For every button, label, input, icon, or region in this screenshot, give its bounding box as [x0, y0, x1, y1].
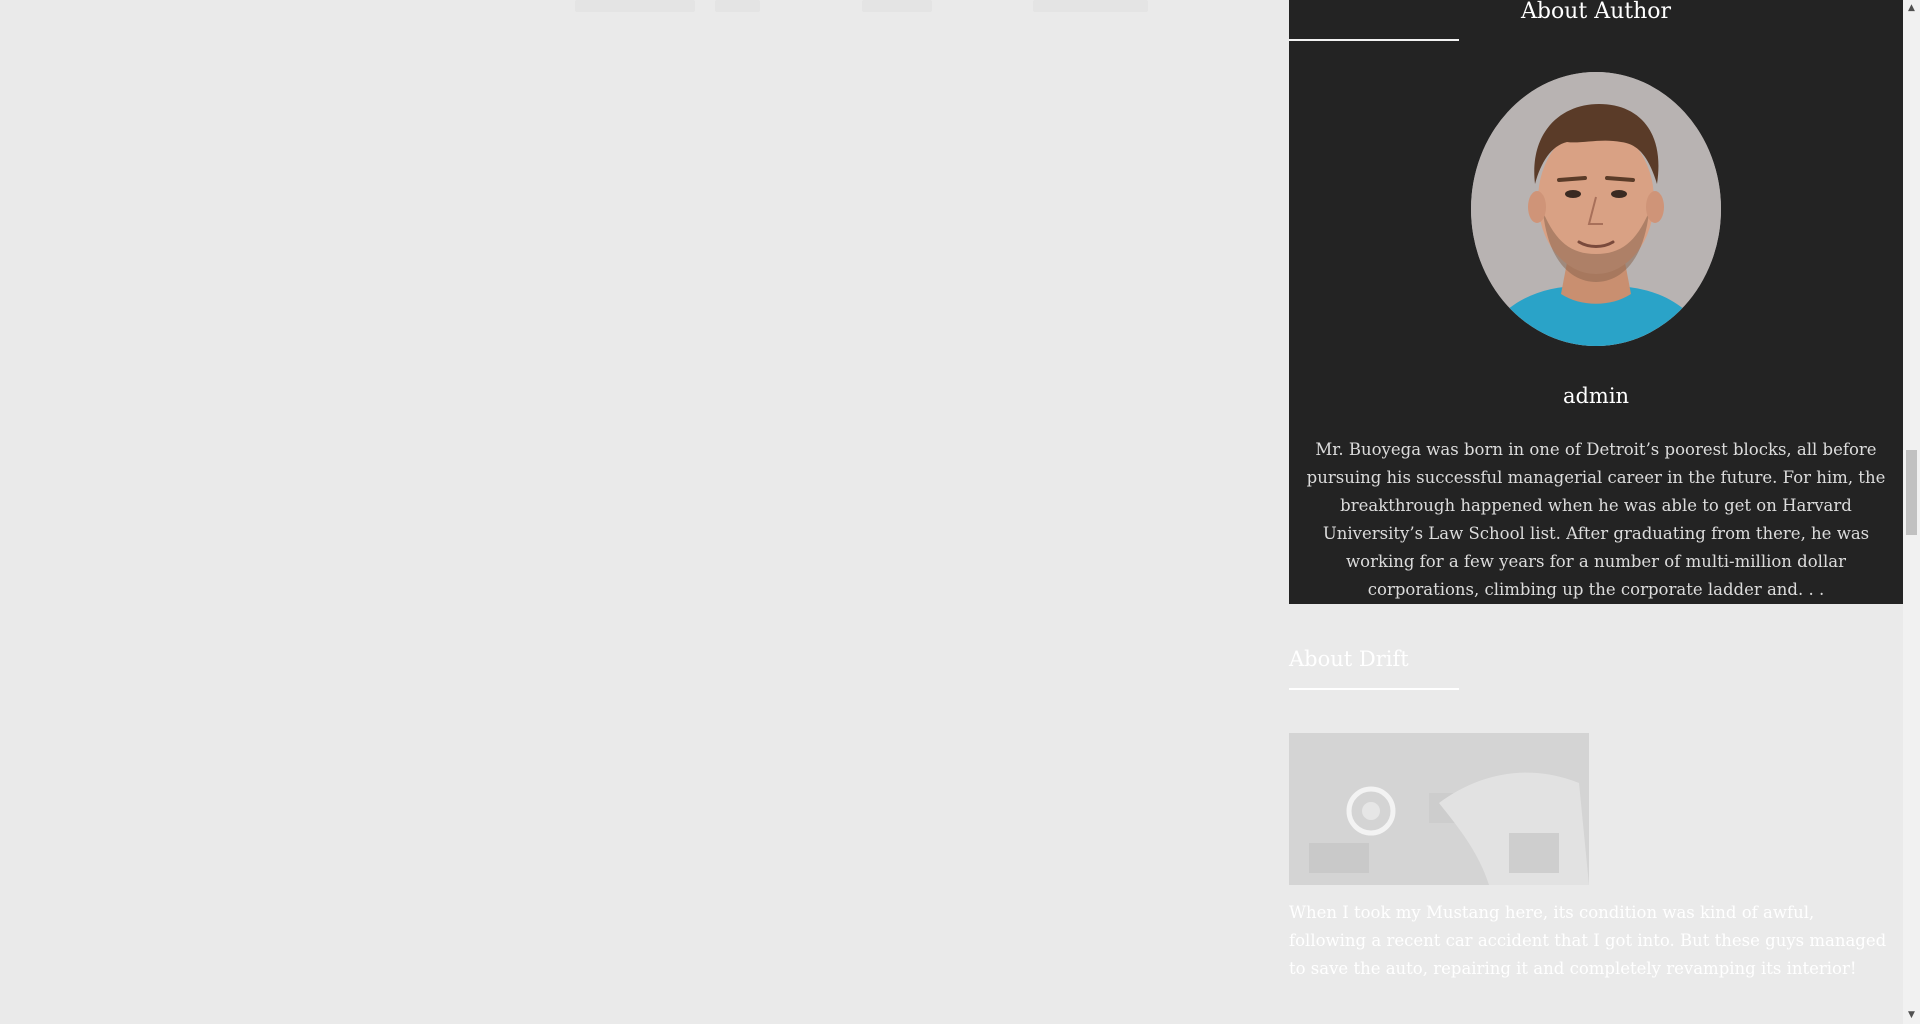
top-ghost-bar	[575, 0, 695, 12]
about-drift-widget: About Drift When I took my Mustang here,…	[1289, 644, 1903, 1004]
about-drift-title: About Drift	[1289, 647, 1409, 671]
title-underline	[1289, 39, 1459, 41]
author-name[interactable]: admin	[1289, 384, 1903, 408]
about-author-title: About Author	[1520, 0, 1672, 24]
scroll-up-icon[interactable]: ▲	[1903, 0, 1920, 17]
scroll-thumb[interactable]	[1906, 450, 1917, 535]
top-ghost-bar	[862, 0, 932, 12]
author-avatar	[1471, 72, 1721, 346]
title-underline	[1289, 688, 1459, 690]
engine-image-icon	[1289, 733, 1589, 885]
vertical-scrollbar[interactable]: ▲ ▼	[1903, 0, 1920, 1024]
engine-photo	[1289, 733, 1589, 885]
scroll-down-icon[interactable]: ▼	[1903, 1007, 1920, 1024]
top-ghost-bar	[715, 0, 760, 12]
top-ghost-bar	[1033, 0, 1148, 12]
author-photo-icon	[1471, 72, 1721, 346]
page: About Author admin Mr. Buoyega was born …	[0, 0, 1920, 1024]
sidebar: About Author admin Mr. Buoyega was born …	[1289, 0, 1903, 1004]
about-author-widget: About Author admin Mr. Buoyega was born …	[1289, 0, 1903, 604]
about-drift-text: When I took my Mustang here, its conditi…	[1289, 903, 1887, 978]
author-bio: Mr. Buoyega was born in one of Detroit’s…	[1306, 440, 1886, 599]
